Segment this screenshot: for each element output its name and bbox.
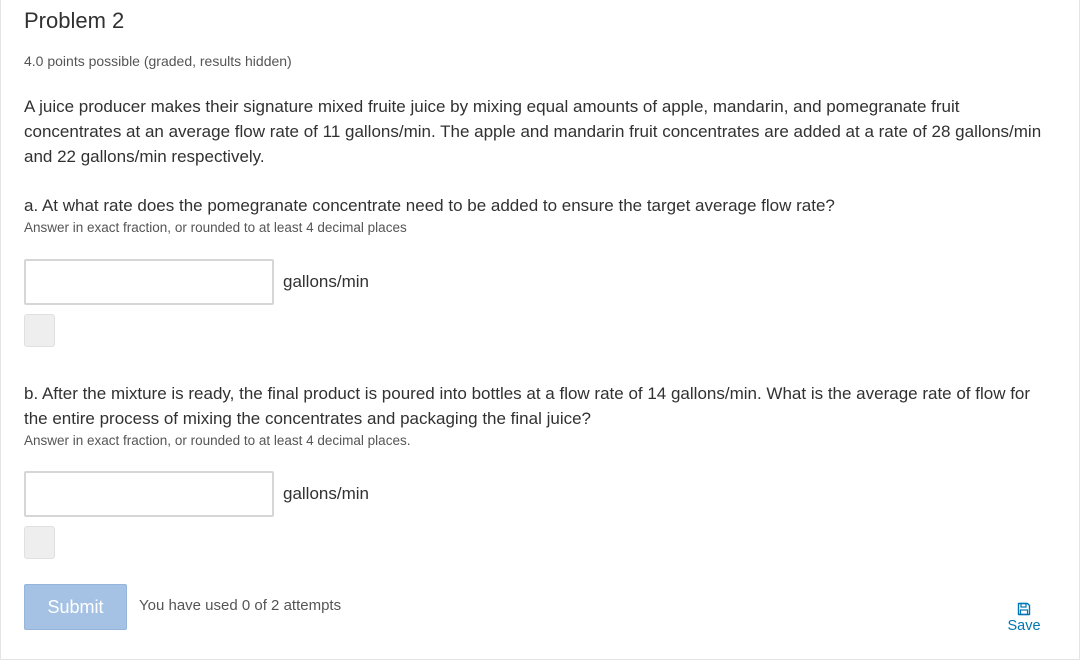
part-b-answer-input[interactable] [24,471,274,517]
points-possible: 4.0 points possible (graded, results hid… [24,53,292,69]
part-b-unit: gallons/min [283,484,369,503]
part-b-question: b. After the mixture is ready, the final… [24,384,1031,428]
part-a-question: a. At what rate does the pomegranate con… [24,196,835,215]
part-a-status-indicator [24,314,55,347]
submit-button[interactable]: Submit [24,584,127,630]
save-label: Save [1007,618,1041,634]
attempts-counter: You have used 0 of 2 attempts [139,597,342,614]
part-a-answer-input[interactable] [24,259,274,305]
part-b-status-indicator [24,526,55,559]
part-b-hint: Answer in exact fraction, or rounded to … [24,433,411,448]
save-button[interactable]: Save [996,598,1052,638]
problem-title: Problem 2 [24,8,125,33]
part-a-unit: gallons/min [283,272,369,291]
part-a-hint: Answer in exact fraction, or rounded to … [24,220,407,235]
problem-statement: A juice producer makes their signature m… [24,97,1042,166]
floppy-disk-icon [1017,602,1031,616]
